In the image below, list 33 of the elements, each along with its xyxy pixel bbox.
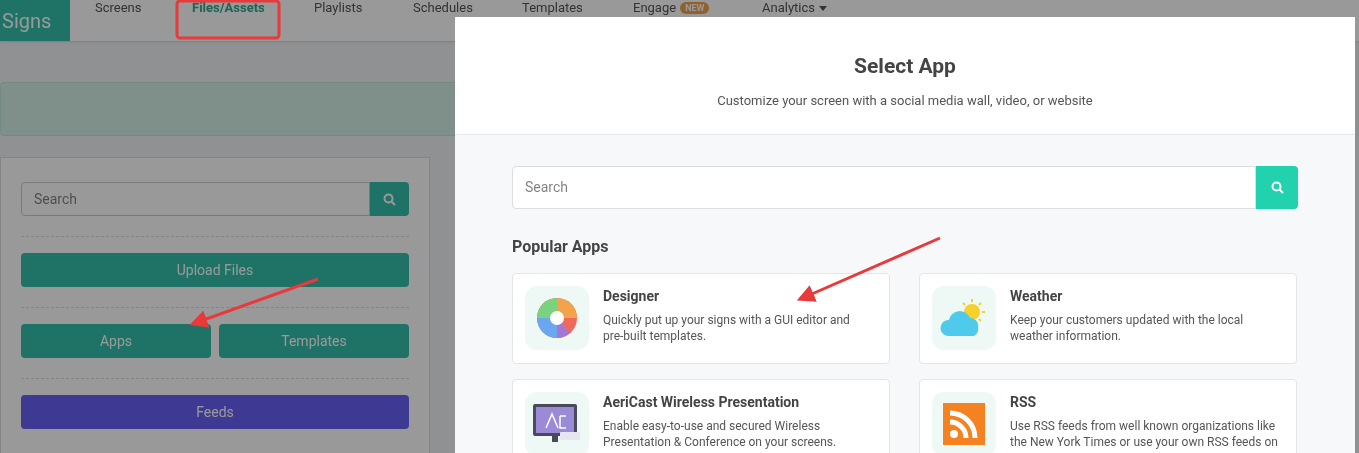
search-icon — [383, 192, 396, 206]
nav-tab[interactable]: Analytics — [762, 0, 827, 16]
app-description: Enable easy-to-use and secured Wireless Presentation & Conference on your screens. — [603, 418, 838, 450]
app-description: Quickly put up your signs with a GUI editor and pre-built templates. — [603, 312, 851, 344]
nav-tab[interactable]: Engage NEW — [633, 0, 710, 16]
app-name: RSS — [1010, 393, 1038, 412]
modal-title: Select App — [854, 53, 956, 80]
app-description: Use RSS feeds from well known organizations like the New York Times or use your own RSS feeds on — [1010, 418, 1278, 450]
feeds-button[interactable]: Feeds — [21, 395, 409, 429]
modal-subtitle: Customize your screen with a social media wall, video, or website — [717, 91, 1093, 110]
search-field[interactable]: Search — [512, 166, 1256, 209]
section-heading: Popular Apps — [512, 236, 610, 258]
color-wheel-icon — [534, 295, 580, 341]
app-description: Keep your customers updated with the local weather information. — [1010, 312, 1245, 344]
sun-cloud-icon — [940, 298, 988, 338]
app-name: AeriCast Wireless Presentation — [603, 393, 801, 412]
search-button[interactable] — [370, 182, 409, 216]
nav-tab[interactable]: Screens — [95, 0, 142, 16]
search-field[interactable]: Search — [21, 182, 370, 216]
app-name: Weather — [1010, 287, 1064, 306]
app-card[interactable]: Designer Quickly put up your signs with a GUI editor and pre-built templates. — [512, 273, 890, 364]
nav-tab[interactable]: Playlists — [314, 0, 363, 16]
rss-icon — [943, 403, 985, 445]
new-badge: NEW — [680, 2, 710, 14]
app-card[interactable]: AeriCast Wireless Presentation Enable easy-to-use and secured Wireless Presentation & Conference on your screens. — [512, 379, 890, 453]
search-icon — [1270, 181, 1284, 194]
nav-tab[interactable]: Schedules — [413, 0, 473, 16]
search-button[interactable] — [1256, 166, 1298, 209]
app-card[interactable]: Weather Keep your customers updated with the local weather information. — [919, 273, 1297, 364]
nav-tab[interactable]: Templates — [522, 0, 583, 16]
app-card[interactable]: RSS Use RSS feeds from well known organizations like the New York Times or use your own RSS feeds on — [919, 379, 1297, 453]
app-name: Designer — [603, 287, 661, 306]
nav-tab[interactable]: Files/Assets — [192, 0, 265, 16]
